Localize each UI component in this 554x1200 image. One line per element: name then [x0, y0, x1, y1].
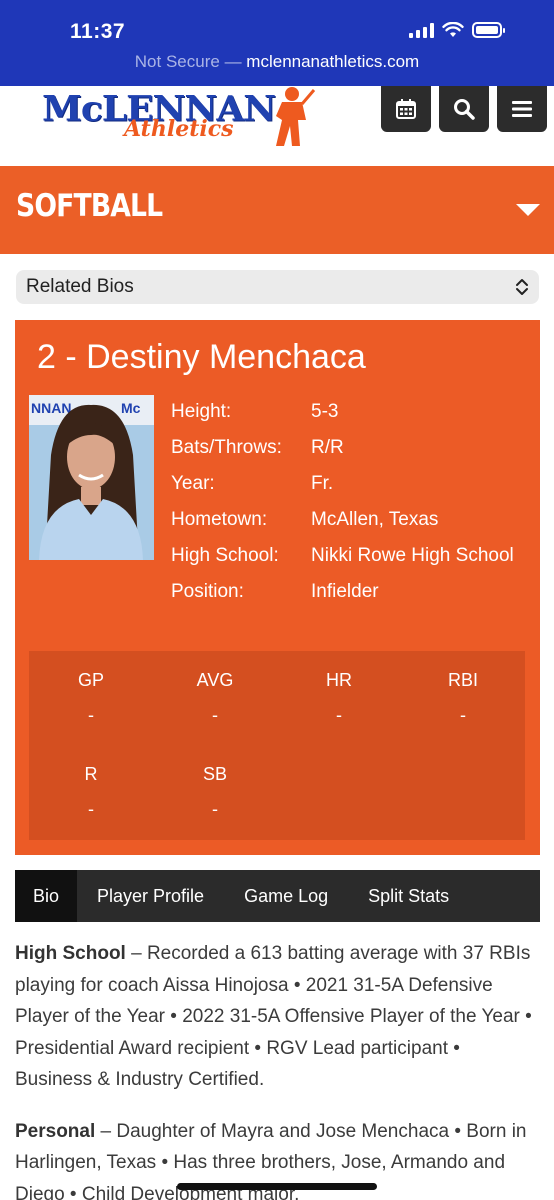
svg-text:Mc: Mc: [121, 400, 141, 416]
info-value: Fr.: [311, 473, 334, 494]
bio-high-school-heading: High School: [15, 943, 126, 964]
player-info: Height: 5-3 Bats/Throws: R/R Year: Fr. H…: [171, 400, 531, 616]
headshot-image: NNAN Mc: [29, 395, 154, 560]
logo-subtitle: Athletics: [124, 116, 234, 142]
stat-label: R: [84, 764, 98, 784]
info-row-height: Height: 5-3: [171, 400, 531, 424]
stat-r: R -: [29, 764, 153, 820]
related-bios-select[interactable]: Related Bios: [16, 270, 539, 304]
info-row-year: Year: Fr.: [171, 472, 531, 496]
info-label: Hometown:: [171, 509, 268, 530]
related-bios-selected: Related Bios: [26, 276, 134, 297]
player-bio-card: 2 - Destiny Menchaca NNAN Mc Height: 5-3…: [15, 320, 540, 855]
bio-high-school-text: – Recorded a 613 batting average with 37…: [15, 943, 532, 1090]
info-row-high-school: High School: Nikki Rowe High School: [171, 544, 531, 568]
hamburger-menu-icon: [512, 101, 532, 117]
stat-label: RBI: [447, 670, 478, 690]
info-label: Height:: [171, 401, 232, 422]
home-indicator[interactable]: [177, 1183, 377, 1190]
tab-game-log[interactable]: Game Log: [224, 870, 348, 922]
url-separator: —: [224, 52, 242, 71]
info-value: Nikki Rowe High School: [311, 545, 514, 566]
search-icon: [454, 99, 475, 120]
stat-label: SB: [202, 764, 227, 784]
not-secure-label: Not Secure: [134, 52, 220, 71]
site-header: McLENNAN Athletics: [0, 86, 554, 166]
cellular-signal-icon: [409, 22, 434, 38]
highlander-mascot-icon: [276, 87, 316, 146]
status-time: 11:37: [70, 20, 126, 43]
stat-label: HR: [326, 670, 352, 690]
bio-tabs: Bio Player Profile Game Log Split Stats: [15, 870, 540, 922]
stat-value: -: [88, 799, 94, 819]
calendar-button[interactable]: [381, 86, 431, 132]
stat-value: -: [88, 705, 94, 725]
tab-player-profile[interactable]: Player Profile: [77, 870, 224, 922]
browser-status-bar: 11:37 Not Secure — mclennanathletics.com: [0, 0, 554, 86]
battery-icon: [472, 22, 505, 38]
status-icons: [409, 22, 505, 38]
stat-value: -: [460, 705, 466, 725]
stat-value: -: [336, 705, 342, 725]
caret-down-icon[interactable]: [516, 204, 540, 216]
stat-value: -: [212, 799, 218, 819]
info-label: High School:: [171, 545, 279, 566]
bio-content: High School – Recorded a 613 batting ave…: [15, 938, 542, 1200]
mclennan-athletics-logo[interactable]: McLENNAN Athletics: [42, 86, 316, 148]
info-value: Infielder: [311, 581, 379, 602]
sport-title: SOFTBALL: [16, 188, 163, 224]
info-label: Position:: [171, 581, 244, 602]
wifi-icon: [442, 22, 464, 37]
player-name: 2 - Destiny Menchaca: [37, 338, 366, 376]
season-stats: GP - AVG - HR - RBI - R - SB -: [29, 651, 525, 840]
stat-sb: SB -: [153, 764, 277, 820]
info-value: R/R: [311, 437, 344, 458]
tab-bio[interactable]: Bio: [15, 870, 78, 922]
stat-label: GP: [77, 670, 104, 690]
tab-split-stats[interactable]: Split Stats: [348, 870, 469, 922]
menu-button[interactable]: [497, 86, 547, 132]
stat-value: -: [212, 705, 218, 725]
sport-menu-bar[interactable]: SOFTBALL: [0, 166, 554, 254]
player-headshot[interactable]: NNAN Mc: [29, 395, 154, 560]
info-value: 5-3: [311, 401, 339, 422]
info-label: Bats/Throws:: [171, 437, 282, 458]
search-button[interactable]: [439, 86, 489, 132]
select-chevron-icon: [516, 279, 528, 295]
stat-hr: HR -: [277, 670, 401, 726]
info-row-hometown: Hometown: McAllen, Texas: [171, 508, 531, 532]
address-bar[interactable]: Not Secure — mclennanathletics.com: [0, 52, 554, 72]
info-label: Year:: [171, 473, 215, 494]
bio-personal-heading: Personal: [15, 1120, 96, 1142]
stat-gp: GP -: [29, 670, 153, 726]
info-value: McAllen, Texas: [311, 509, 439, 530]
stat-label: AVG: [196, 670, 234, 690]
svg-text:NNAN: NNAN: [31, 400, 71, 416]
stat-avg: AVG -: [153, 670, 277, 726]
url-text: mclennanathletics.com: [246, 52, 420, 71]
bio-high-school-paragraph: High School – Recorded a 613 batting ave…: [15, 938, 542, 1096]
info-row-position: Position: Infielder: [171, 580, 531, 604]
info-row-bats-throws: Bats/Throws: R/R: [171, 436, 531, 460]
calendar-icon: [396, 99, 416, 119]
stat-rbi: RBI -: [401, 670, 525, 726]
